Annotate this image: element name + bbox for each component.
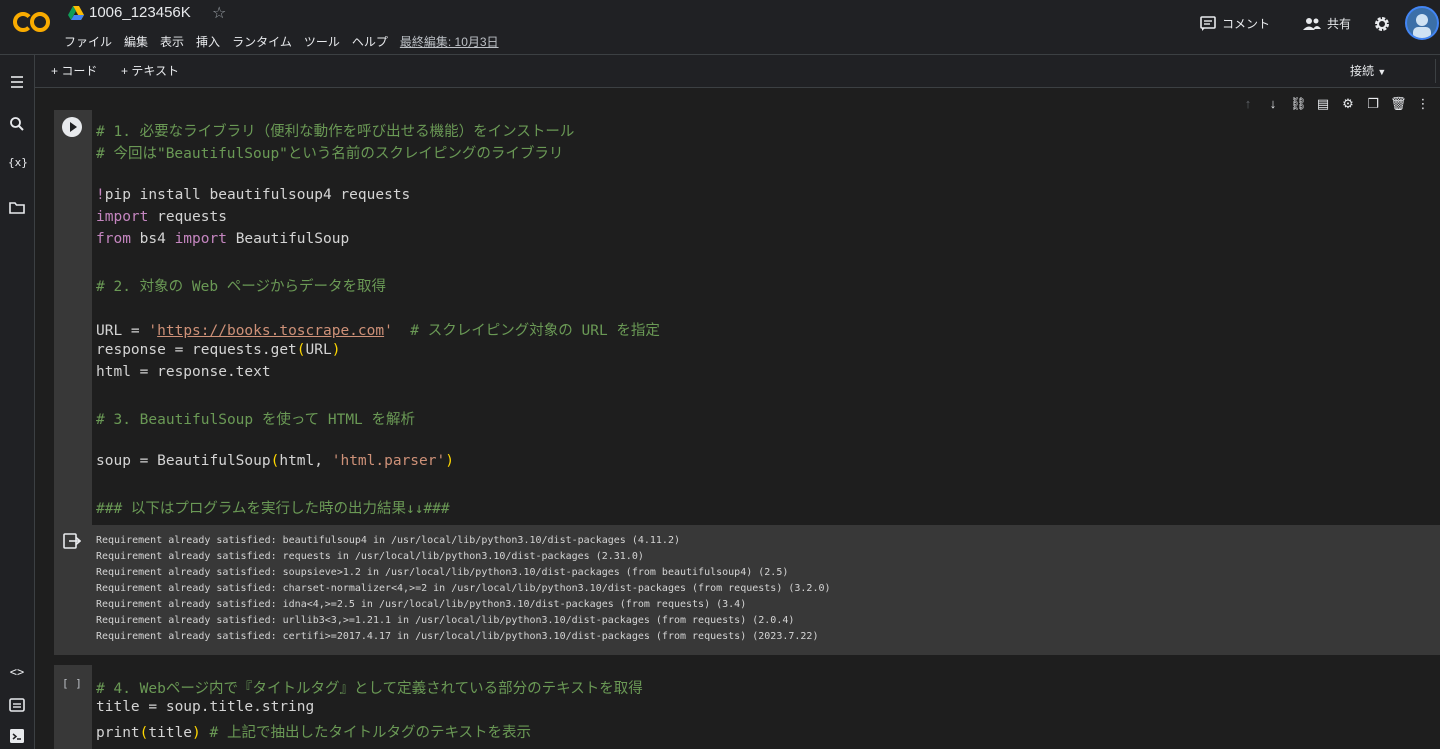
search-icon[interactable] xyxy=(8,115,26,133)
output-line: Requirement already satisfied: urllib3<3… xyxy=(96,615,795,626)
add-text-button[interactable]: + テキスト xyxy=(121,62,179,79)
code-token: ! xyxy=(96,187,105,203)
share-button[interactable]: 共有 xyxy=(1303,15,1351,32)
menu-runtime[interactable]: ランタイム xyxy=(232,33,292,50)
folder-icon[interactable] xyxy=(8,199,26,217)
output-line: Requirement already satisfied: requests … xyxy=(96,551,644,562)
output-line: Requirement already satisfied: charset-n… xyxy=(96,583,831,594)
code-token: ) xyxy=(331,342,341,358)
notebook-toolbar: + コード + テキスト 接続 ▼ ︿ xyxy=(35,55,1440,88)
share-label: 共有 xyxy=(1327,17,1352,31)
code-line: import requests xyxy=(96,209,227,225)
code-token: ( xyxy=(296,342,306,358)
terminal-icon[interactable] xyxy=(8,727,26,745)
code-line: from bs4 import BeautifulSoup xyxy=(96,231,349,247)
top-bar: 1006_123456K ☆ ファイル 編集 表示 挿入 ランタイム ツール ヘ… xyxy=(0,0,1440,55)
code-comment: # 上記で抽出したタイトルタグのテキストを表示 xyxy=(200,725,532,741)
code-token: pip install beautifulsoup4 requests xyxy=(104,187,411,203)
code-line: !pip install beautifulsoup4 requests xyxy=(96,187,410,203)
code-line: ### 以下はプログラムを実行した時の出力結果↓↓### xyxy=(96,501,450,517)
code-comment: # スクレイピング対象の URL を指定 xyxy=(392,323,660,339)
code-token: from xyxy=(96,231,131,247)
code-line: title = soup.title.string xyxy=(96,699,315,715)
variables-icon[interactable]: {x} xyxy=(8,156,28,174)
star-icon[interactable]: ☆ xyxy=(212,3,226,23)
menu-tools[interactable]: ツール xyxy=(304,33,340,50)
comment-icon xyxy=(1200,15,1216,31)
code-line: # 4. Webページ内で『タイトルタグ』として定義されている部分のテキストを取… xyxy=(96,681,643,697)
code-token: import xyxy=(96,209,149,225)
output-line: Requirement already satisfied: certifi>=… xyxy=(96,631,819,642)
code-line: # 2. 対象の Web ページからデータを取得 xyxy=(96,279,387,295)
code-token: URL = xyxy=(96,323,149,339)
connect-button[interactable]: 接続 ▼ xyxy=(1350,62,1386,79)
code-token: requests xyxy=(148,209,227,225)
code-line: # 3. BeautifulSoup を使って HTML を解析 xyxy=(96,412,416,428)
left-sidebar: {x} <> xyxy=(0,55,35,749)
gear-icon xyxy=(1375,17,1389,31)
url-link[interactable]: https://books.toscrape.com xyxy=(157,323,384,339)
code-token: BeautifulSoup xyxy=(226,231,350,247)
comment-label: コメント xyxy=(1222,17,1271,31)
output-line: Requirement already satisfied: idna<4,>=… xyxy=(96,599,747,610)
comment-button[interactable]: コメント xyxy=(1200,15,1270,32)
code-token: soup = BeautifulSoup xyxy=(96,453,271,469)
code-line: soup = BeautifulSoup(html, 'html.parser'… xyxy=(96,453,454,469)
output-line: Requirement already satisfied: soupsieve… xyxy=(96,567,789,578)
notebook-title[interactable]: 1006_123456K xyxy=(89,4,191,21)
code-line: html = response.text xyxy=(96,364,271,380)
code-token: response = requests.get xyxy=(96,342,297,358)
menu-bar: ファイル 編集 表示 挿入 ランタイム ツール ヘルプ 最終編集: 10月3日 xyxy=(64,33,499,50)
code-token: title xyxy=(148,725,193,741)
settings-button[interactable] xyxy=(1373,15,1391,33)
connect-label: 接続 xyxy=(1350,64,1375,78)
code-line: # 今回は"BeautifulSoup"という名前のスクレイピングのライブラリ xyxy=(96,146,564,162)
table-of-contents-icon[interactable] xyxy=(8,73,26,91)
menu-file[interactable]: ファイル xyxy=(64,33,112,50)
menu-insert[interactable]: 挿入 xyxy=(196,33,220,50)
code-line: print(title) # 上記で抽出したタイトルタグのテキストを表示 xyxy=(96,721,531,742)
collapse-header-button[interactable]: ︿ xyxy=(1435,59,1440,83)
code-line: response = requests.get(URL) xyxy=(96,342,340,358)
google-drive-icon[interactable] xyxy=(68,6,84,20)
run-cell-button[interactable] xyxy=(62,117,82,137)
code-snippets-icon[interactable]: <> xyxy=(8,665,26,683)
output-line: Requirement already satisfied: beautiful… xyxy=(96,535,680,546)
code-token: 'html.parser' xyxy=(331,453,446,469)
code-line: URL = 'https://books.toscrape.com' # スクレ… xyxy=(96,319,660,340)
menu-view[interactable]: 表示 xyxy=(160,33,184,50)
code-token: ) xyxy=(445,453,454,469)
code-token: html, xyxy=(279,453,332,469)
code-token: ) xyxy=(192,725,201,741)
people-icon xyxy=(1303,17,1321,30)
menu-edit[interactable]: 編集 xyxy=(124,33,148,50)
code-token: bs4 xyxy=(130,231,175,247)
command-palette-icon[interactable] xyxy=(8,696,26,714)
code-token: ' xyxy=(384,323,393,339)
avatar-image xyxy=(1413,14,1431,38)
code-token: ' xyxy=(148,323,158,339)
output-actions-icon[interactable] xyxy=(63,533,81,549)
chevron-down-icon: ▼ xyxy=(1377,67,1387,77)
code-token: import xyxy=(174,231,227,247)
code-token: print xyxy=(96,725,140,741)
code-token: URL xyxy=(305,342,332,358)
colab-logo-icon[interactable] xyxy=(12,8,52,36)
avatar[interactable] xyxy=(1405,6,1439,40)
add-code-button[interactable]: + コード xyxy=(51,62,97,79)
menu-help[interactable]: ヘルプ xyxy=(352,33,388,50)
execution-count[interactable]: [ ] xyxy=(62,677,82,690)
code-line: # 1. 必要なライブラリ（便利な動作を呼び出せる機能）をインストール xyxy=(96,124,575,140)
last-edited-link[interactable]: 最終編集: 10月3日 xyxy=(400,33,499,50)
